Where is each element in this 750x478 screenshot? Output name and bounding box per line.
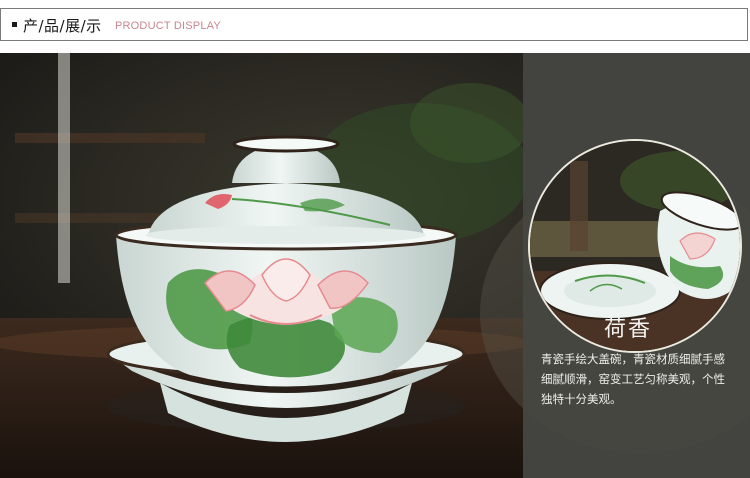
bullet-icon: [12, 22, 17, 27]
product-photo: 荷香 青瓷手绘大盖碗，青瓷材质细腻手感细腻顺滑，窑变工艺匀称美观，个性独特十分美…: [0, 53, 750, 478]
section-subtitle: PRODUCT DISPLAY: [115, 20, 221, 32]
section-header: 产/品/展/示 PRODUCT DISPLAY: [0, 8, 748, 41]
product-description: 青瓷手绘大盖碗，青瓷材质细腻手感细腻顺滑，窑变工艺匀称美观，个性独特十分美观。: [541, 352, 725, 406]
section-title: 产/品/展/示: [23, 17, 102, 35]
product-name: 荷香: [603, 317, 652, 342]
